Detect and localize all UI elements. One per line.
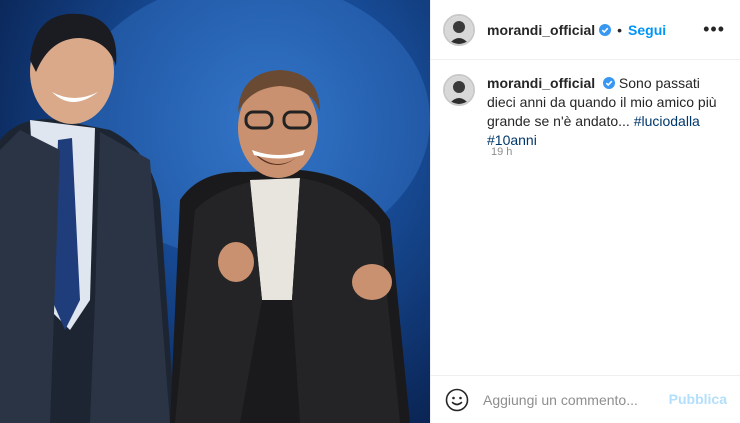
verified-badge-icon [599, 23, 612, 36]
separator-dot: • [617, 21, 623, 38]
post-caption: morandi_official Sono passati dieci anni… [443, 74, 733, 150]
username-link[interactable]: morandi_official [487, 22, 595, 38]
post-header: morandi_official • Segui ••• [431, 0, 740, 60]
verified-badge-icon [603, 77, 616, 89]
more-options-icon[interactable]: ••• [703, 20, 725, 38]
avatar-image [445, 15, 473, 44]
caption-username-link[interactable]: morandi_official [487, 75, 595, 91]
post-photo[interactable] [0, 0, 430, 423]
comment-bar: Pubblica [431, 375, 740, 423]
post-side-panel: morandi_official • Segui ••• morandi_off… [430, 0, 740, 423]
hashtag-link[interactable]: #luciodalla [634, 113, 700, 129]
caption-avatar[interactable] [443, 74, 475, 106]
post-timestamp[interactable]: 19 h [491, 146, 512, 158]
comment-input[interactable] [481, 390, 655, 409]
follow-button[interactable]: Segui [628, 22, 666, 38]
instagram-post-modal: morandi_official • Segui ••• morandi_off… [0, 0, 740, 423]
caption-avatar-image [445, 76, 473, 104]
emoji-icon[interactable] [445, 388, 469, 412]
publish-button[interactable]: Pubblica [669, 391, 727, 407]
post-photo-illustration [0, 0, 430, 423]
caption-text: morandi_official Sono passati dieci anni… [487, 74, 727, 150]
avatar[interactable] [443, 13, 475, 46]
